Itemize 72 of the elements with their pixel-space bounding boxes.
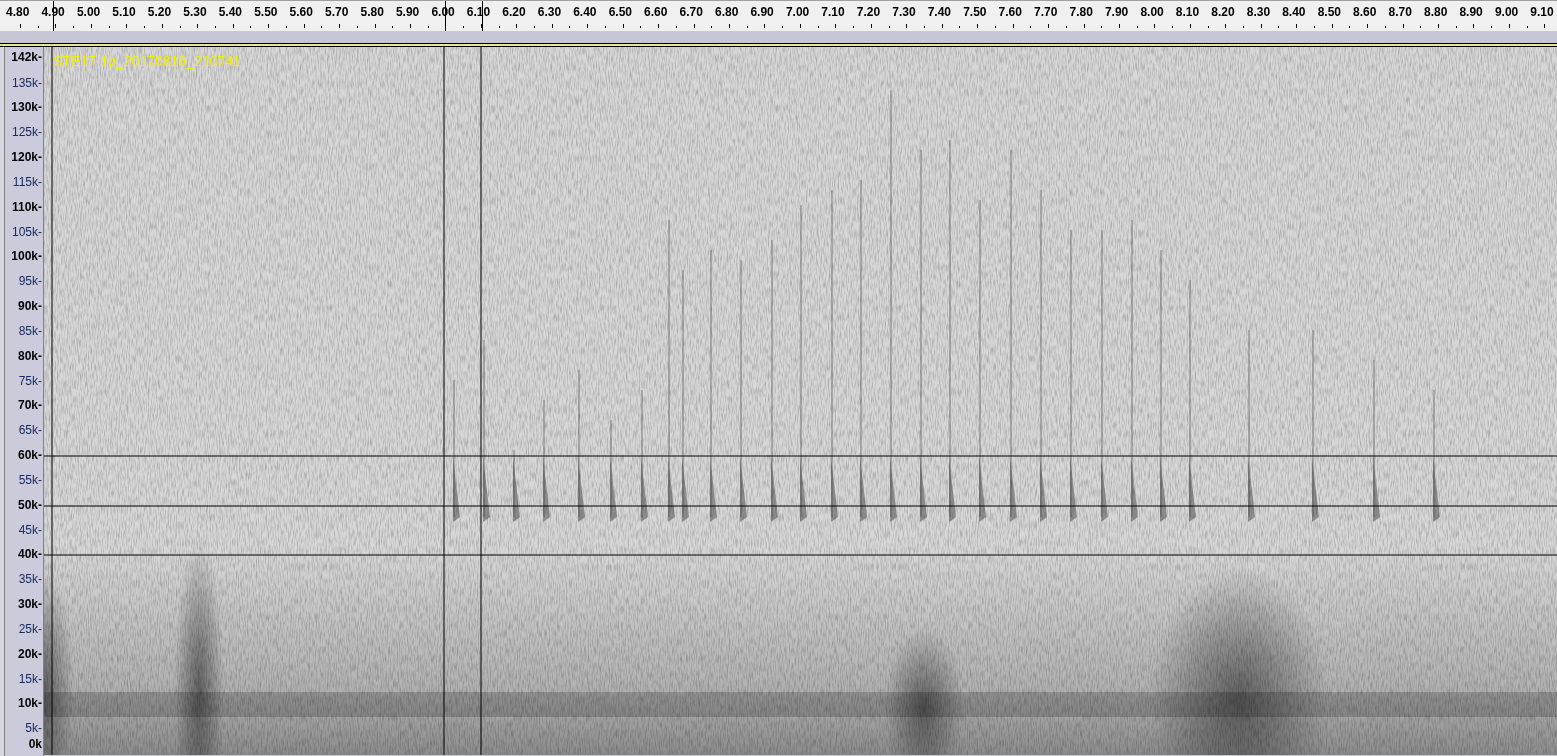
time-label: 7.20 [856,6,881,18]
time-label: 7.60 [998,6,1022,18]
time-label: 8.20 [1211,6,1235,18]
time-label: 7.90 [1104,6,1129,18]
time-label: 5.80 [360,6,384,18]
time-label: 6.60 [644,6,668,18]
frequency-label: 130k- [11,101,42,114]
frequency-label: 75k- [18,374,42,387]
frequency-label: 135k- [11,76,42,89]
frequency-label: 120k- [11,151,42,164]
track-name: STE17-1p_20170816_210741 [53,52,241,71]
time-label: 8.70 [1388,6,1412,18]
time-label: 6.80 [715,6,739,18]
frequency-label: 85k- [18,324,42,337]
time-label: 8.00 [1140,6,1164,18]
time-label: 6.90 [750,6,774,18]
frequency-label: 5k- [25,722,42,735]
time-label: 9.10 [1530,6,1554,18]
time-label: 7.30 [892,6,916,18]
frequency-label: 142k- [11,51,42,63]
time-label: 7.00 [785,6,810,18]
time-label: 5.30 [183,6,207,18]
time-label: 9.00 [1494,6,1519,18]
time-label: 5.90 [395,6,420,18]
time-label: 8.90 [1459,6,1483,18]
frequency-label: 20k- [17,647,42,660]
frequency-label: 125k- [11,126,42,139]
frequency-label: 40k- [17,548,42,561]
frequency-label: 55k- [18,473,42,486]
time-label: 8.50 [1317,6,1341,18]
frequency-label: 50k- [17,498,42,511]
frequency-label: 115k- [12,175,42,188]
time-label: 5.40 [218,6,243,18]
frequency-label: 110k- [11,200,42,213]
time-label: 6.40 [573,6,597,18]
time-label: 7.40 [927,6,952,18]
time-label: 4.80 [6,6,30,18]
time-label: 8.40 [1282,6,1306,18]
frequency-label: 60k- [17,449,42,462]
frequency-label: 35k- [18,573,42,586]
frequency-label: 65k- [18,424,42,437]
time-label: 5.00 [76,6,101,18]
frequency-label: 105k- [11,225,42,238]
frequency-label: 95k- [18,275,42,288]
time-label: 7.10 [821,6,845,18]
time-label: 6.70 [679,6,703,18]
frequency-label: 100k- [11,250,42,263]
frequency-label: 25k- [18,622,42,635]
frequency-label: 15k- [18,672,42,685]
frequency-label: 80k- [17,349,42,362]
time-label: 7.70 [1034,6,1058,18]
time-label: 8.80 [1424,6,1448,18]
frequency-label: 90k- [17,300,42,313]
frequency-label: 45k- [18,523,42,536]
time-label: 7.80 [1069,6,1093,18]
time-label: 6.20 [502,6,526,18]
time-label: 8.10 [1175,6,1200,18]
time-label: 8.60 [1353,6,1377,18]
time-ruler[interactable] [0,0,1557,31]
frequency-label: 30k- [17,598,42,610]
time-label: 5.10 [112,6,136,18]
time-label: 8.30 [1246,6,1271,18]
frequency-label: 0k [28,738,42,750]
time-label: 7.50 [963,6,987,18]
time-label: 5.50 [254,6,278,18]
frequency-label: 70k- [17,399,42,412]
frequency-label: 10k- [17,697,42,710]
time-label: 6.30 [537,6,562,18]
time-label: 5.70 [325,6,349,18]
time-label: 5.20 [147,6,172,18]
time-label: 6.50 [608,6,632,18]
time-label: 5.60 [289,6,313,18]
